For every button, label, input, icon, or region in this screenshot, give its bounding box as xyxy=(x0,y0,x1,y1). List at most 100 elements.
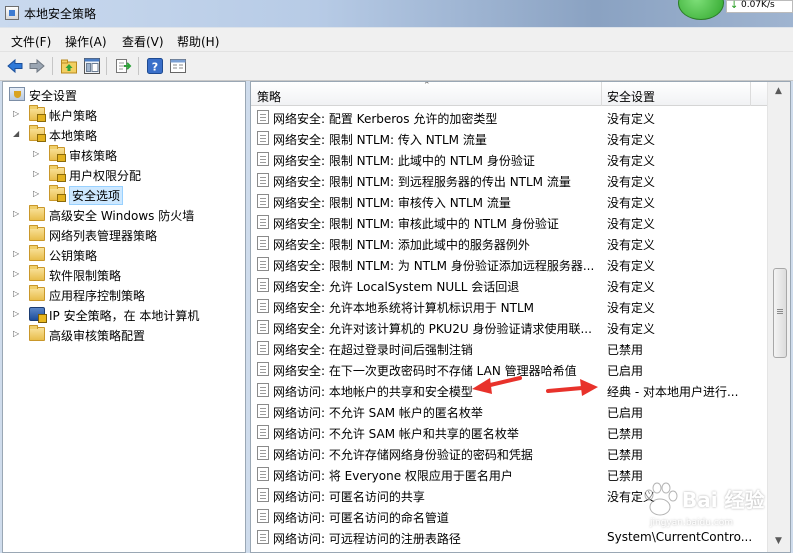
table-row[interactable]: 网络安全: 在超过登录时间后强制注销 已禁用 xyxy=(251,338,767,359)
policy-doc-icon xyxy=(257,299,269,313)
tree-pane[interactable]: 安全设置 ▷ 帐户策略 ◢ 本地策略 ▷ 审核策略 ▷ 用户权限分配 ▷ 安全选… xyxy=(2,81,246,553)
folder-icon xyxy=(29,285,45,301)
export-list-icon[interactable] xyxy=(114,57,132,75)
ip-security-icon xyxy=(29,307,47,323)
watermark-text: Bai 经验 xyxy=(682,488,765,512)
policy-doc-icon xyxy=(257,320,269,334)
network-speed-box: ↓ 0.07K/s xyxy=(726,0,793,13)
policy-doc-icon xyxy=(257,362,269,376)
tree-item-network-list-manager[interactable]: 网络列表管理器策略 xyxy=(7,225,243,245)
menu-help[interactable]: 帮助(H) xyxy=(177,33,219,50)
toolbar-separator xyxy=(106,57,107,75)
folder-icon xyxy=(29,205,45,221)
policy-doc-icon xyxy=(257,173,269,187)
policy-doc-icon xyxy=(257,236,269,250)
expand-icon[interactable]: ▷ xyxy=(13,329,22,338)
policy-doc-icon xyxy=(257,404,269,418)
expand-icon[interactable]: ▷ xyxy=(13,289,22,298)
tree-item-public-key-policies[interactable]: ▷ 公钥策略 xyxy=(7,245,243,265)
expand-icon[interactable]: ▷ xyxy=(13,109,22,118)
tree-item-windows-firewall[interactable]: ▷ 高级安全 Windows 防火墙 xyxy=(7,205,243,225)
menu-action[interactable]: 操作(A) xyxy=(65,33,107,50)
policy-doc-icon xyxy=(257,194,269,208)
table-row[interactable]: 网络访问: 不允许存储网络身份验证的密码和凭据 已禁用 xyxy=(251,443,767,464)
tree-item-advanced-audit[interactable]: ▷ 高级审核策略配置 xyxy=(7,325,243,345)
window-title: 本地安全策略 xyxy=(24,7,97,21)
tree-item-user-rights[interactable]: ▷ 用户权限分配 xyxy=(7,165,243,185)
tree-item-ip-security[interactable]: ▷ IP 安全策略，在 本地计算机 xyxy=(7,305,243,325)
policy-doc-icon xyxy=(257,278,269,292)
table-row[interactable]: 网络访问: 不允许 SAM 帐户的匿名枚举 已启用 xyxy=(251,401,767,422)
help-icon[interactable]: ? xyxy=(146,57,164,75)
list-header: ⌃ 策略 安全设置 xyxy=(251,82,767,106)
toolbar-separator xyxy=(138,57,139,75)
table-row[interactable]: 网络安全: 限制 NTLM: 此域中的 NTLM 身份验证 没有定义 xyxy=(251,149,767,170)
expand-icon[interactable]: ▷ xyxy=(33,149,42,158)
policy-doc-icon xyxy=(257,383,269,397)
policy-doc-icon xyxy=(257,110,269,124)
up-folder-icon[interactable] xyxy=(60,57,78,75)
table-row[interactable]: 网络访问: 本地帐户的共享和安全模型 经典 - 对本地用户进行... xyxy=(251,380,767,401)
table-row[interactable]: 网络安全: 配置 Kerberos 允许的加密类型 没有定义 xyxy=(251,107,767,128)
table-row[interactable]: 网络安全: 允许 LocalSystem NULL 会话回退 没有定义 xyxy=(251,275,767,296)
column-divider[interactable] xyxy=(750,82,751,106)
folder-icon xyxy=(49,145,66,162)
network-status-icon xyxy=(678,0,724,20)
tree-item-app-control[interactable]: ▷ 应用程序控制策略 xyxy=(7,285,243,305)
show-hide-tree-icon[interactable] xyxy=(83,57,101,75)
column-divider[interactable] xyxy=(601,82,602,106)
policy-doc-icon xyxy=(257,257,269,271)
baidu-jingyan-watermark: Bai 经验 jingyan.baidu.com xyxy=(636,474,786,540)
network-speed-value: 0.07K/s xyxy=(741,0,775,10)
table-row[interactable]: 网络安全: 限制 NTLM: 审核传入 NTLM 流量 没有定义 xyxy=(251,191,767,212)
column-header-policy[interactable]: 策略 xyxy=(257,88,281,105)
column-header-security-setting[interactable]: 安全设置 xyxy=(607,88,655,105)
menu-bar: 文件(F) 操作(A) 查看(V) 帮助(H) xyxy=(0,27,793,51)
table-row[interactable]: 网络安全: 限制 NTLM: 为 NTLM 身份验证添加远程服务器... 没有定义 xyxy=(251,254,767,275)
menu-view[interactable]: 查看(V) xyxy=(122,33,164,50)
toolbar-separator xyxy=(52,57,53,75)
table-row[interactable]: 网络安全: 限制 NTLM: 传入 NTLM 流量 没有定义 xyxy=(251,128,767,149)
expand-icon[interactable]: ▷ xyxy=(13,309,22,318)
tree-item-account-policies[interactable]: ▷ 帐户策略 xyxy=(7,105,243,125)
table-row[interactable]: 网络安全: 在下一次更改密码时不存储 LAN 管理器哈希值 已启用 xyxy=(251,359,767,380)
expand-icon[interactable]: ▷ xyxy=(33,189,42,198)
forward-arrow-icon[interactable] xyxy=(28,57,46,75)
properties-icon[interactable] xyxy=(169,57,187,75)
policy-doc-icon xyxy=(257,446,269,460)
expand-icon[interactable]: ▷ xyxy=(13,209,22,218)
policy-doc-icon xyxy=(257,530,269,544)
tree-item-local-policies[interactable]: ◢ 本地策略 xyxy=(7,125,243,145)
scrollbar-thumb[interactable] xyxy=(773,268,787,358)
table-row[interactable]: 网络安全: 允许本地系统将计算机标识用于 NTLM 没有定义 xyxy=(251,296,767,317)
policy-doc-icon xyxy=(257,152,269,166)
tree-item-security-settings[interactable]: 安全设置 xyxy=(7,85,243,105)
expand-icon[interactable]: ▷ xyxy=(13,269,22,278)
menu-file[interactable]: 文件(F) xyxy=(11,33,51,50)
policy-doc-icon xyxy=(257,215,269,229)
title-bar: 本地安全策略 ↓ 0.07K/s xyxy=(0,0,793,27)
collapse-icon[interactable]: ◢ xyxy=(13,129,22,138)
tree-item-audit-policy[interactable]: ▷ 审核策略 xyxy=(7,145,243,165)
folder-icon xyxy=(29,245,45,261)
svg-text:?: ? xyxy=(152,61,158,74)
toolbar: ? xyxy=(0,51,793,81)
table-row[interactable]: 网络安全: 限制 NTLM: 添加此域中的服务器例外 没有定义 xyxy=(251,233,767,254)
tree-item-software-restriction[interactable]: ▷ 软件限制策略 xyxy=(7,265,243,285)
watermark-url: jingyan.baidu.com xyxy=(650,518,734,528)
network-speed-widget[interactable]: ↓ 0.07K/s xyxy=(678,0,793,20)
expand-icon[interactable]: ▷ xyxy=(13,249,22,258)
expand-icon[interactable]: ▷ xyxy=(33,169,42,178)
scroll-up-arrow-icon[interactable]: ▲ xyxy=(775,86,782,96)
policy-doc-icon xyxy=(257,425,269,439)
back-arrow-icon[interactable] xyxy=(6,57,24,75)
policy-doc-icon xyxy=(257,131,269,145)
table-row[interactable]: 网络访问: 不允许 SAM 帐户和共享的匿名枚举 已禁用 xyxy=(251,422,767,443)
table-row[interactable]: 网络安全: 限制 NTLM: 到远程服务器的传出 NTLM 流量 没有定义 xyxy=(251,170,767,191)
folder-icon xyxy=(49,165,66,182)
policy-doc-icon xyxy=(257,341,269,355)
folder-icon xyxy=(29,125,46,142)
tree-item-security-options[interactable]: ▷ 安全选项 xyxy=(7,185,243,205)
table-row[interactable]: 网络安全: 允许对该计算机的 PKU2U 身份验证请求使用联... 没有定义 xyxy=(251,317,767,338)
table-row[interactable]: 网络安全: 限制 NTLM: 审核此域中的 NTLM 身份验证 没有定义 xyxy=(251,212,767,233)
